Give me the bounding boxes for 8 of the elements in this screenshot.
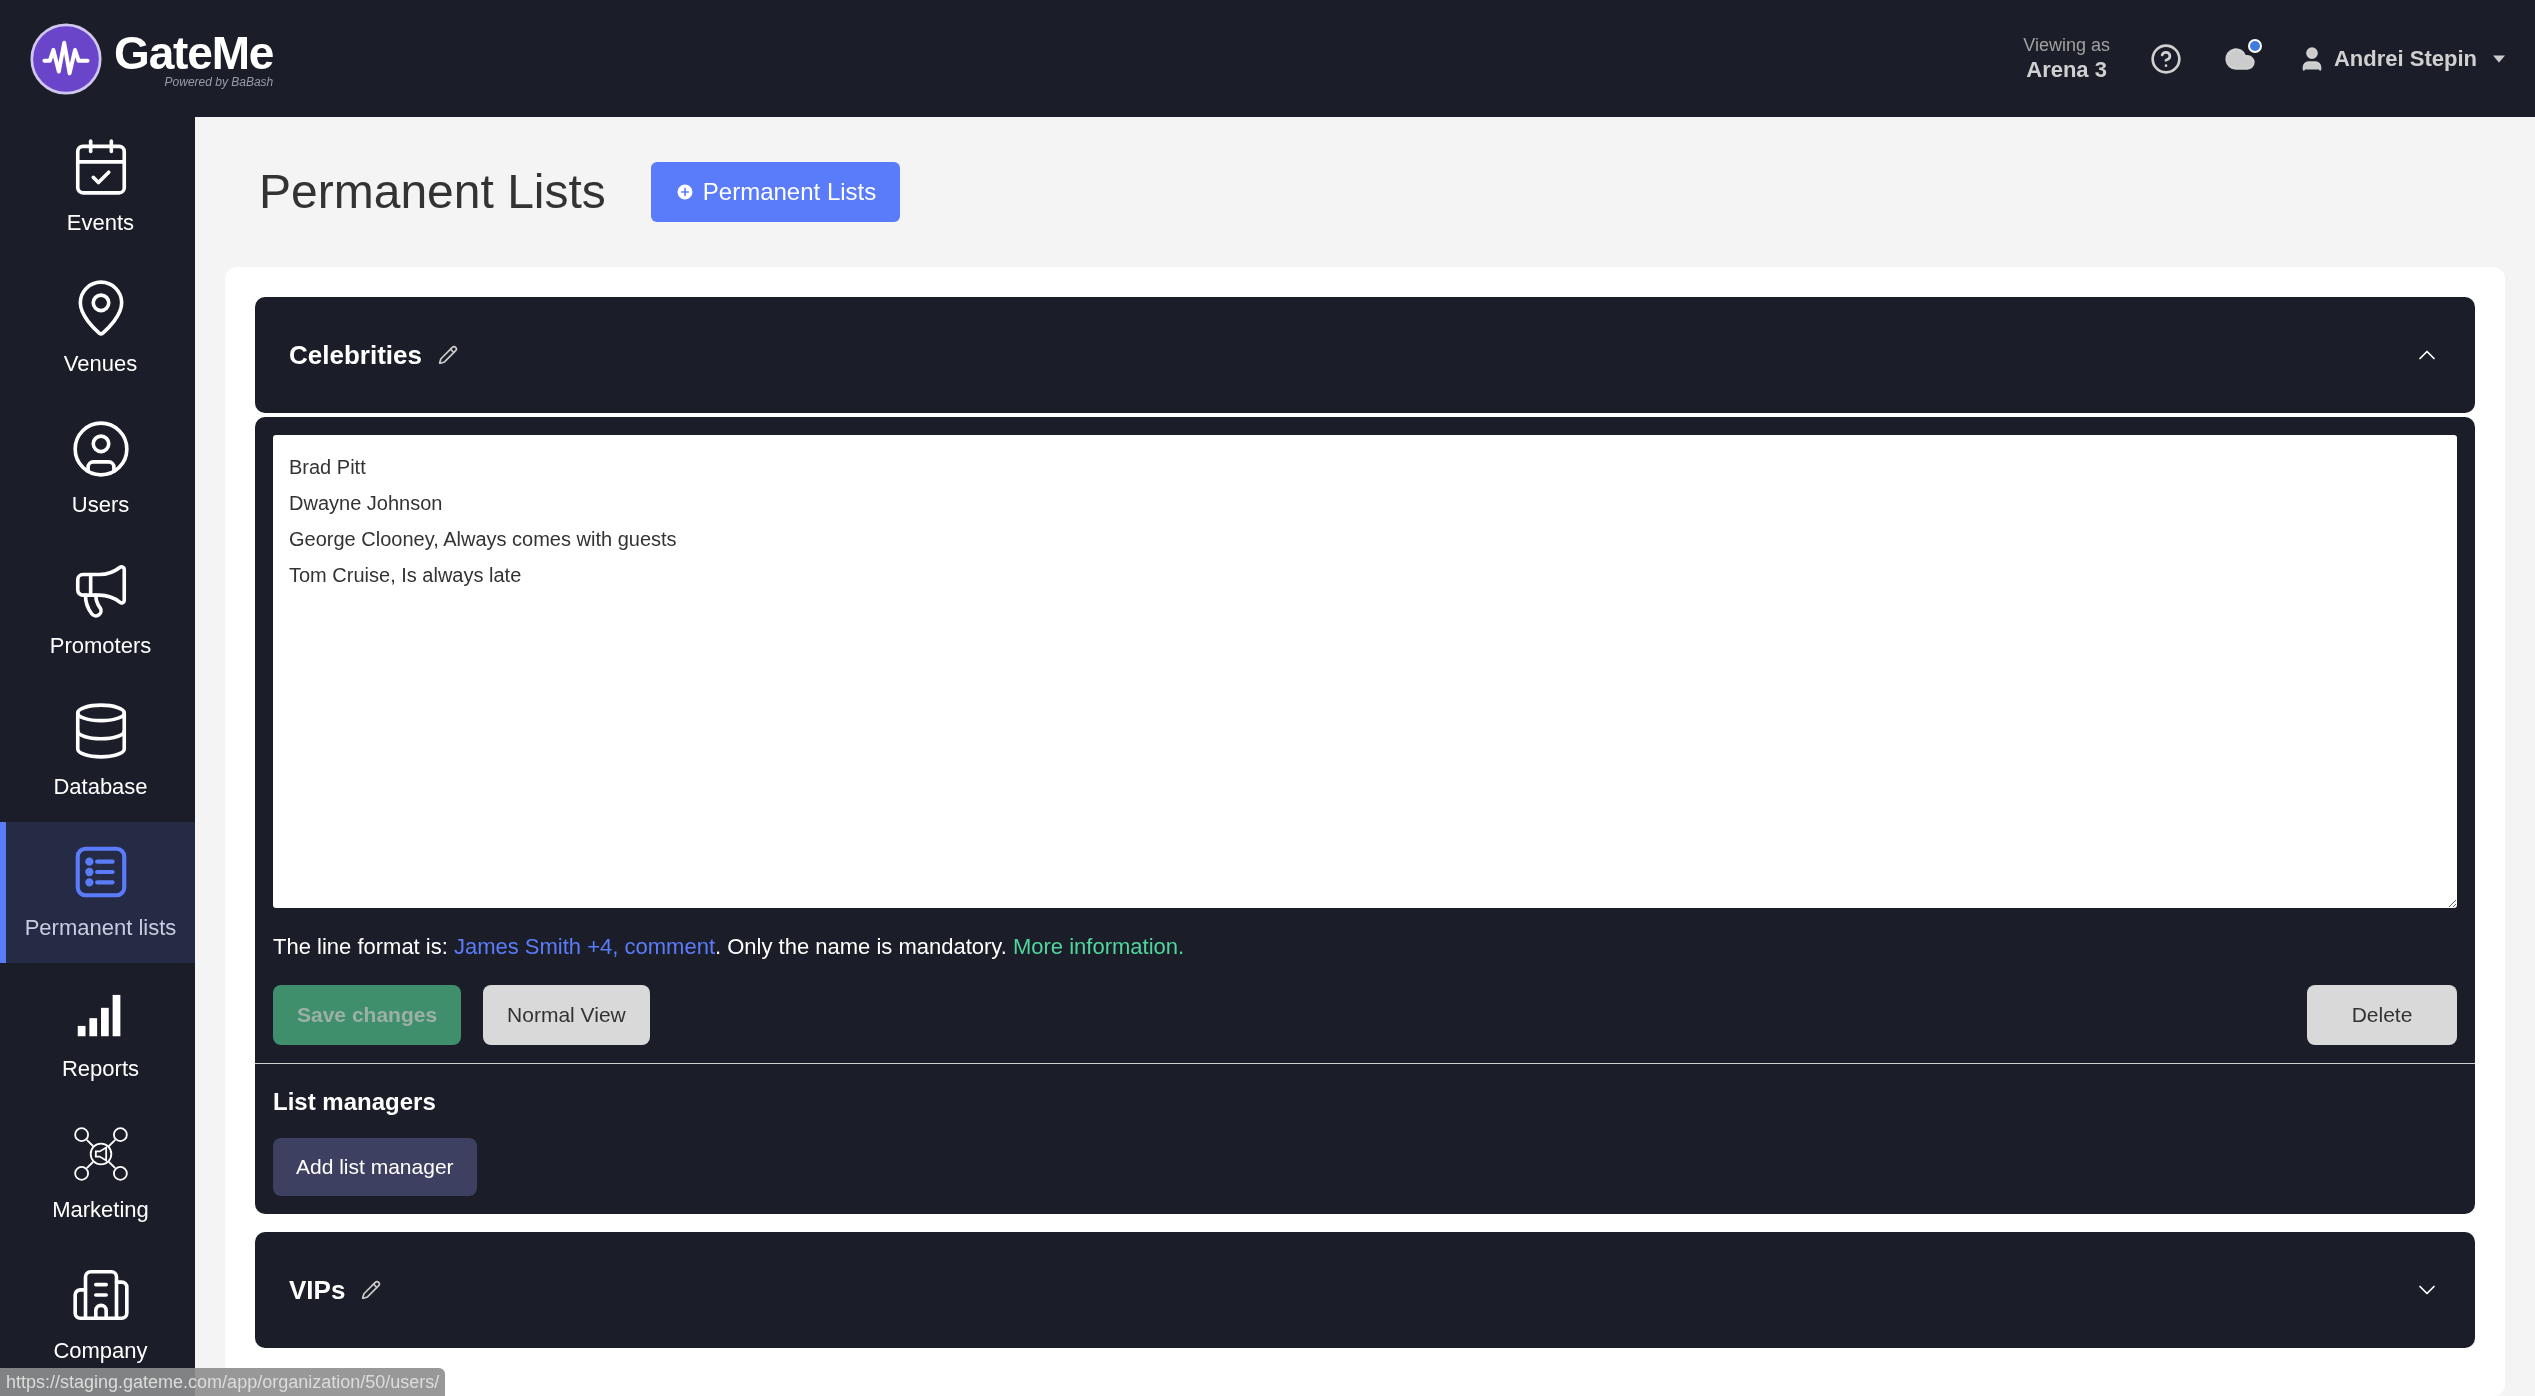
format-note: The line format is: James Smith +4, comment. Only the name is mandatory. More information. (273, 933, 1186, 961)
link-url-tooltip: https://staging.gateme.com/app/organization/50/users/ (0, 1368, 446, 1396)
page-title: Permanent Lists (259, 164, 606, 220)
viewing-label: Viewing as (2023, 33, 2110, 56)
logo-text: GateMe (114, 29, 274, 76)
list-managers-heading: List managers (273, 1087, 436, 1117)
logo-tagline: Powered by BaBash (164, 75, 274, 88)
viewing-venue: Arena 3 (2026, 56, 2107, 84)
